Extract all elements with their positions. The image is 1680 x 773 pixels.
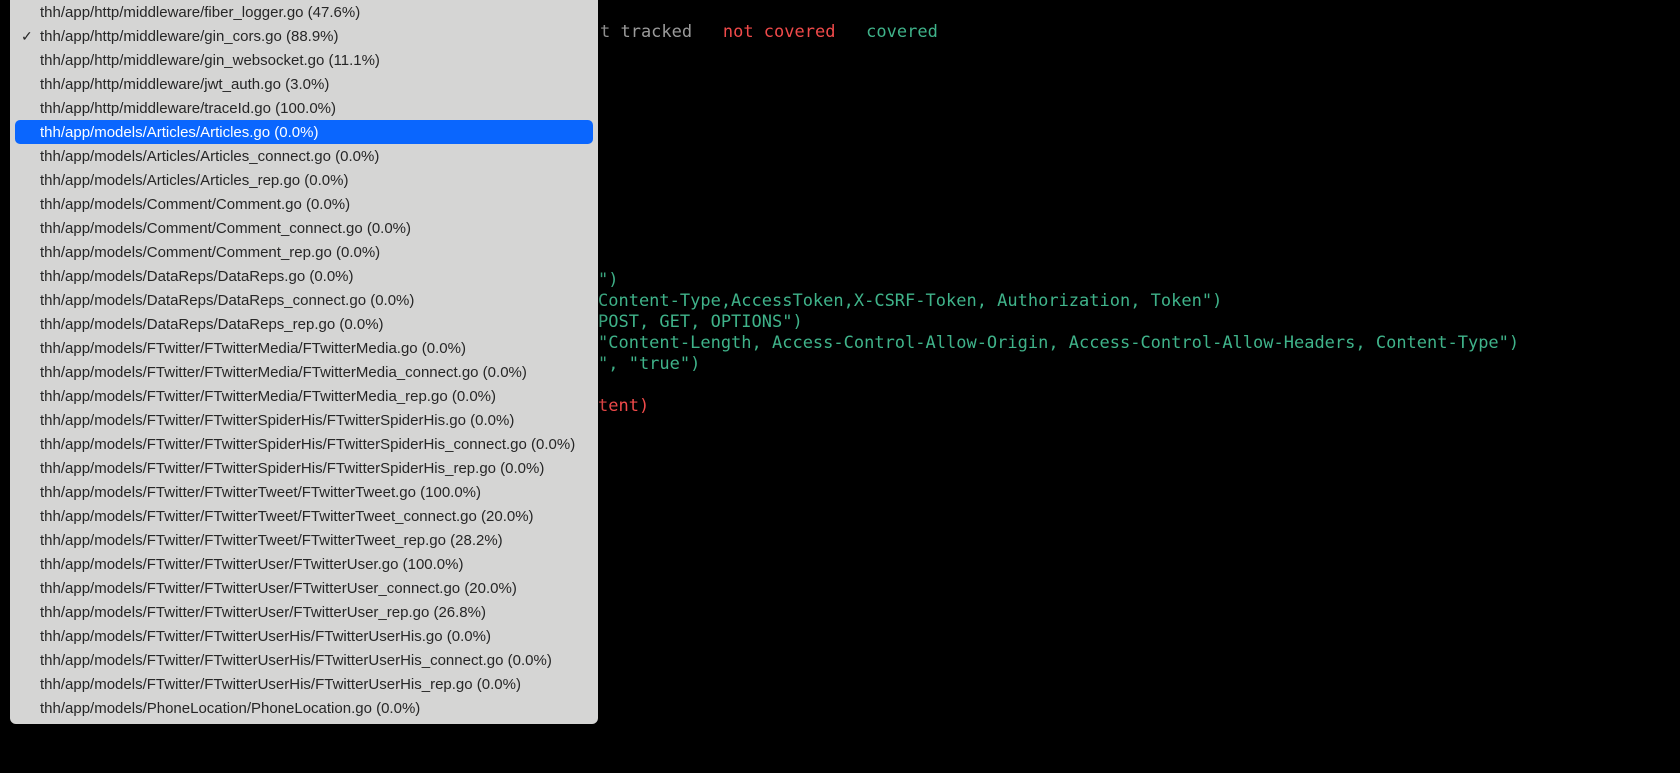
file-dropdown-item[interactable]: thh/app/models/FTwitter/FTwitterSpiderHi…: [10, 408, 598, 432]
file-dropdown-item[interactable]: thh/app/models/DataReps/DataReps_rep.go …: [10, 312, 598, 336]
file-dropdown-item[interactable]: thh/app/models/DataReps/DataReps.go (0.0…: [10, 264, 598, 288]
file-dropdown-item[interactable]: thh/app/models/Articles/Articles_connect…: [10, 144, 598, 168]
file-dropdown-item[interactable]: thh/app/models/FTwitter/FTwitterUserHis/…: [10, 648, 598, 672]
file-dropdown-item[interactable]: thh/app/http/middleware/traceId.go (100.…: [10, 96, 598, 120]
file-dropdown-item[interactable]: thh/app/models/FTwitter/FTwitterMedia/FT…: [10, 336, 598, 360]
file-dropdown-item[interactable]: thh/app/models/DataReps/DataReps_connect…: [10, 288, 598, 312]
file-dropdown-item[interactable]: thh/app/models/Articles/Articles_rep.go …: [10, 168, 598, 192]
legend-tracked: t tracked: [600, 22, 692, 42]
file-dropdown-item[interactable]: thh/app/models/FTwitter/FTwitterUser/FTw…: [10, 576, 598, 600]
file-dropdown-item[interactable]: thh/app/models/FTwitter/FTwitterUser/FTw…: [10, 600, 598, 624]
file-dropdown-item[interactable]: thh/app/models/FTwitter/FTwitterSpiderHi…: [10, 456, 598, 480]
file-dropdown-item[interactable]: thh/app/models/PhoneLocation/PhoneLocati…: [10, 696, 598, 720]
file-dropdown-item[interactable]: thh/app/http/middleware/gin_cors.go (88.…: [10, 24, 598, 48]
file-dropdown-item[interactable]: thh/app/models/FTwitter/FTwitterUserHis/…: [10, 672, 598, 696]
file-dropdown-item[interactable]: thh/app/http/middleware/gin_websocket.go…: [10, 48, 598, 72]
file-dropdown-item[interactable]: thh/app/models/Comment/Comment_connect.g…: [10, 216, 598, 240]
file-dropdown-item[interactable]: thh/app/http/middleware/fiber_logger.go …: [10, 0, 598, 24]
file-dropdown-item[interactable]: thh/app/models/FTwitter/FTwitterTweet/FT…: [10, 528, 598, 552]
file-dropdown-item[interactable]: thh/app/models/FTwitter/FTwitterMedia/FT…: [10, 360, 598, 384]
file-dropdown-item[interactable]: thh/app/models/FTwitter/FTwitterUser/FTw…: [10, 552, 598, 576]
legend-not-covered: not covered: [723, 22, 836, 42]
file-dropdown-item[interactable]: thh/app/models/Comment/Comment_rep.go (0…: [10, 240, 598, 264]
file-dropdown-item[interactable]: thh/app/models/FTwitter/FTwitterTweet/FT…: [10, 504, 598, 528]
file-dropdown-item[interactable]: thh/app/models/FTwitter/FTwitterUserHis/…: [10, 624, 598, 648]
file-dropdown-item[interactable]: thh/app/models/FTwitter/FTwitterSpiderHi…: [10, 432, 598, 456]
file-dropdown-item[interactable]: thh/app/models/Articles/Articles.go (0.0…: [15, 120, 593, 144]
file-dropdown-item[interactable]: thh/app/models/Comment/Comment.go (0.0%): [10, 192, 598, 216]
file-dropdown[interactable]: thh/app/http/middleware/fiber_logger.go …: [10, 0, 598, 724]
file-dropdown-item[interactable]: thh/app/models/FTwitter/FTwitterTweet/FT…: [10, 480, 598, 504]
legend-covered: covered: [866, 22, 938, 42]
coverage-legend: t tracked not covered covered: [600, 22, 938, 42]
file-dropdown-item[interactable]: thh/app/http/middleware/jwt_auth.go (3.0…: [10, 72, 598, 96]
file-dropdown-item[interactable]: thh/app/models/FTwitter/FTwitterMedia/FT…: [10, 384, 598, 408]
